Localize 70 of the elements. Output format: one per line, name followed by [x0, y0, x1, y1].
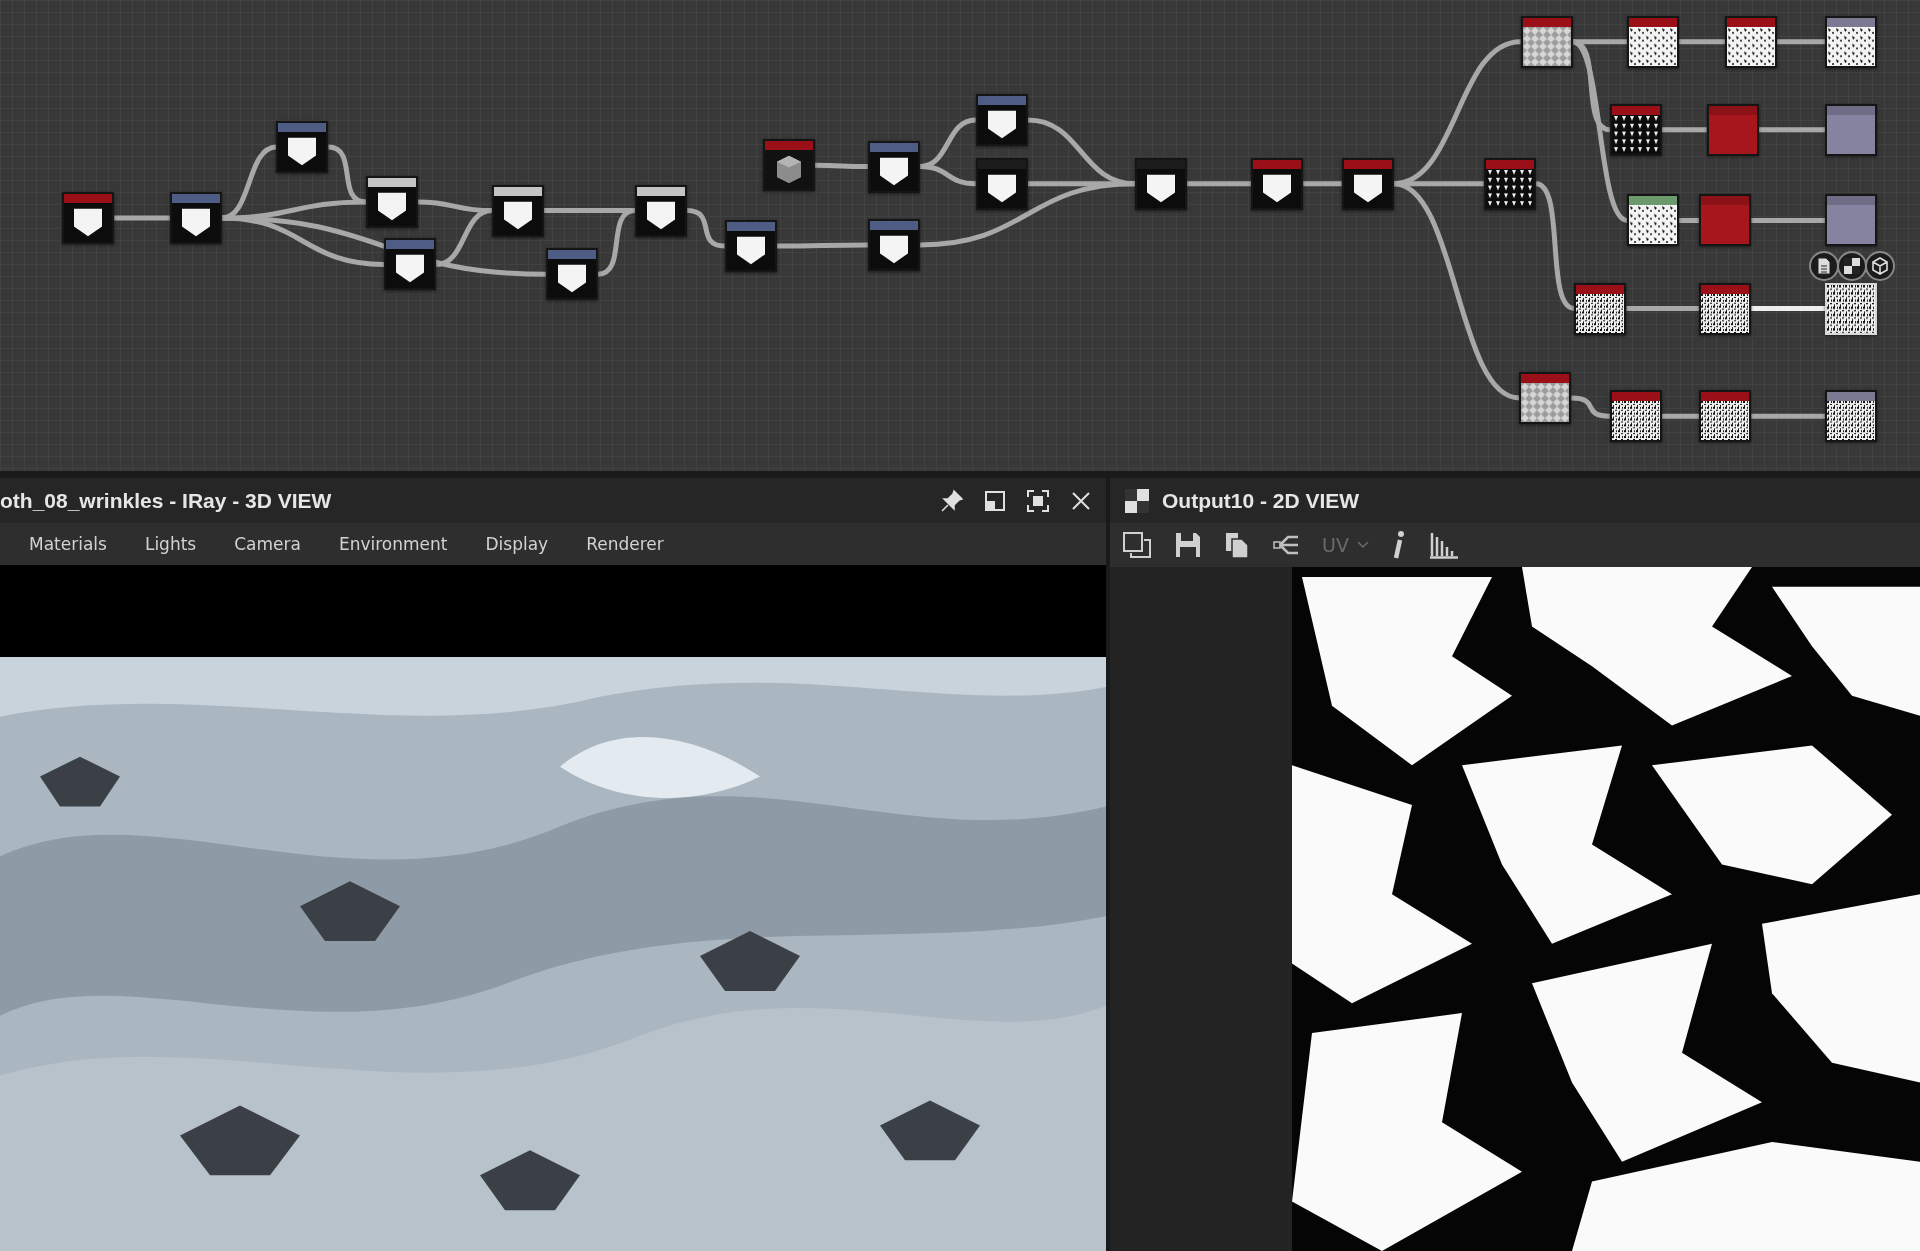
- graph-node[interactable]: [724, 220, 777, 273]
- graph-node[interactable]: [1699, 194, 1752, 247]
- restore-window-icon: [984, 489, 1006, 512]
- panel-title: oth_08_wrinkles - IRay - 3D VIEW: [0, 488, 332, 513]
- wire: [1571, 395, 1611, 419]
- menu-tab[interactable]: Camera: [234, 534, 320, 554]
- graph-node[interactable]: [1627, 15, 1680, 68]
- menu-tab[interactable]: Display: [485, 534, 568, 554]
- graph-node[interactable]: [1609, 390, 1662, 443]
- maximize-icon: [1026, 488, 1050, 513]
- menu-tab[interactable]: Renderer: [586, 534, 683, 554]
- graph-node[interactable]: [1341, 157, 1394, 210]
- graph-node[interactable]: [545, 248, 598, 301]
- graph-node[interactable]: [1574, 282, 1627, 335]
- graph-node[interactable]: [491, 184, 544, 237]
- document-button[interactable]: [1809, 250, 1840, 281]
- menu-tab[interactable]: Materials: [29, 534, 126, 554]
- menu-tab[interactable]: Lights: [144, 534, 216, 554]
- graph-node[interactable]: [1825, 103, 1878, 156]
- menu-tab[interactable]: Environment: [338, 534, 467, 554]
- graph-node[interactable]: [1627, 194, 1680, 247]
- pin-icon: [940, 488, 964, 513]
- graph-node[interactable]: [1825, 15, 1878, 68]
- graph-node[interactable]: [1519, 371, 1572, 424]
- copy-icon: [1224, 531, 1250, 559]
- graph-node[interactable]: [1825, 194, 1878, 247]
- histogram-icon: [1428, 531, 1459, 559]
- graph-node[interactable]: [1699, 282, 1752, 335]
- graph-node[interactable]: [365, 176, 418, 229]
- graph-node[interactable]: [1725, 15, 1778, 68]
- wire: [1661, 127, 1707, 133]
- graph-node[interactable]: [1251, 157, 1304, 210]
- graph-node[interactable]: [276, 120, 329, 173]
- graph-node[interactable]: [1483, 157, 1536, 210]
- wire: [814, 162, 868, 170]
- caret-icon: [1356, 541, 1369, 549]
- graph-node[interactable]: [867, 218, 920, 271]
- graph-node[interactable]: [1134, 157, 1187, 210]
- graph-node[interactable]: [635, 184, 688, 237]
- wire: [1661, 413, 1700, 419]
- wire: [1303, 181, 1342, 187]
- cube-button[interactable]: [1865, 250, 1896, 281]
- checker-button[interactable]: [1837, 250, 1868, 281]
- graph-node[interactable]: [1699, 390, 1752, 443]
- graph-node[interactable]: [169, 191, 222, 244]
- panel-title: Output10 - 2D VIEW: [1162, 488, 1360, 513]
- wire: [1758, 127, 1826, 133]
- graph-node[interactable]: [762, 139, 815, 192]
- graph-node[interactable]: [1520, 15, 1573, 68]
- node-graph-canvas[interactable]: [0, 0, 1920, 471]
- graph-node[interactable]: [62, 191, 115, 244]
- cube-icon: [1871, 256, 1890, 275]
- checker-icon: [1843, 256, 1862, 275]
- wire: [1679, 217, 1700, 223]
- graph-node[interactable]: [384, 238, 437, 291]
- wire: [1186, 181, 1252, 187]
- wire: [1777, 39, 1826, 45]
- overlapping-squares-icon: [1122, 531, 1152, 559]
- wire: [686, 208, 725, 249]
- graph-node[interactable]: [1706, 103, 1759, 156]
- graph-node[interactable]: [1609, 103, 1662, 156]
- close-icon: [1070, 489, 1092, 512]
- graph-node[interactable]: [975, 157, 1028, 210]
- wire: [1679, 39, 1726, 45]
- graph-node[interactable]: [975, 94, 1028, 146]
- wire: [114, 215, 170, 221]
- graph-node[interactable]: [867, 140, 920, 193]
- graph-node[interactable]: [1825, 390, 1878, 443]
- checker-icon: [1124, 487, 1150, 514]
- save-icon: [1174, 531, 1202, 559]
